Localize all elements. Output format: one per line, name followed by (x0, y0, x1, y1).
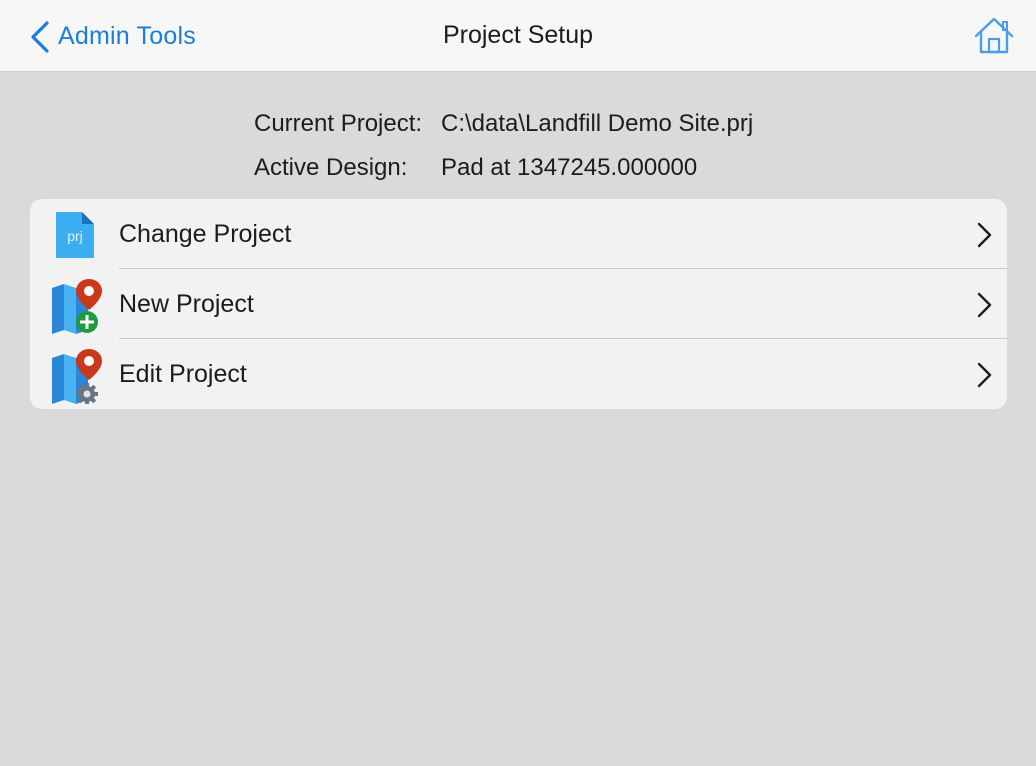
back-button[interactable]: Admin Tools (28, 14, 196, 58)
current-project-label: Current Project: (254, 110, 423, 137)
home-icon (972, 17, 1016, 62)
change-project-item[interactable]: prj Change Project (30, 199, 1007, 269)
chevron-left-icon (28, 20, 52, 54)
project-menu: prj Change Project New Project Edit Proj… (30, 199, 1007, 409)
back-button-label: Admin Tools (58, 21, 196, 50)
chevron-right-icon (975, 291, 993, 319)
chevron-right-icon (975, 221, 993, 249)
active-design-label: Active Design: (254, 154, 408, 181)
prj-file-icon-text: prj (67, 228, 83, 244)
navigation-bar: Admin Tools Project Setup (0, 0, 1036, 72)
chevron-right-icon (975, 361, 993, 389)
map-pin-settings-icon (50, 348, 106, 405)
active-design-row: Active Design: Pad at 1347245.000000 (254, 146, 753, 190)
current-project-row: Current Project: C:\data\Landfill Demo Si… (254, 102, 753, 146)
change-project-label: Change Project (119, 220, 292, 248)
edit-project-item[interactable]: Edit Project (30, 339, 1007, 409)
active-design-value: Pad at 1347245.000000 (441, 154, 698, 181)
project-info: Current Project: C:\data\Landfill Demo Si… (254, 102, 753, 190)
current-project-value: C:\data\Landfill Demo Site.prj (441, 110, 754, 137)
new-project-label: New Project (119, 290, 254, 318)
home-button[interactable] (972, 14, 1016, 58)
new-project-item[interactable]: New Project (30, 269, 1007, 339)
map-pin-add-icon (50, 278, 106, 334)
prj-file-icon: prj (50, 208, 106, 262)
edit-project-label: Edit Project (119, 360, 247, 388)
